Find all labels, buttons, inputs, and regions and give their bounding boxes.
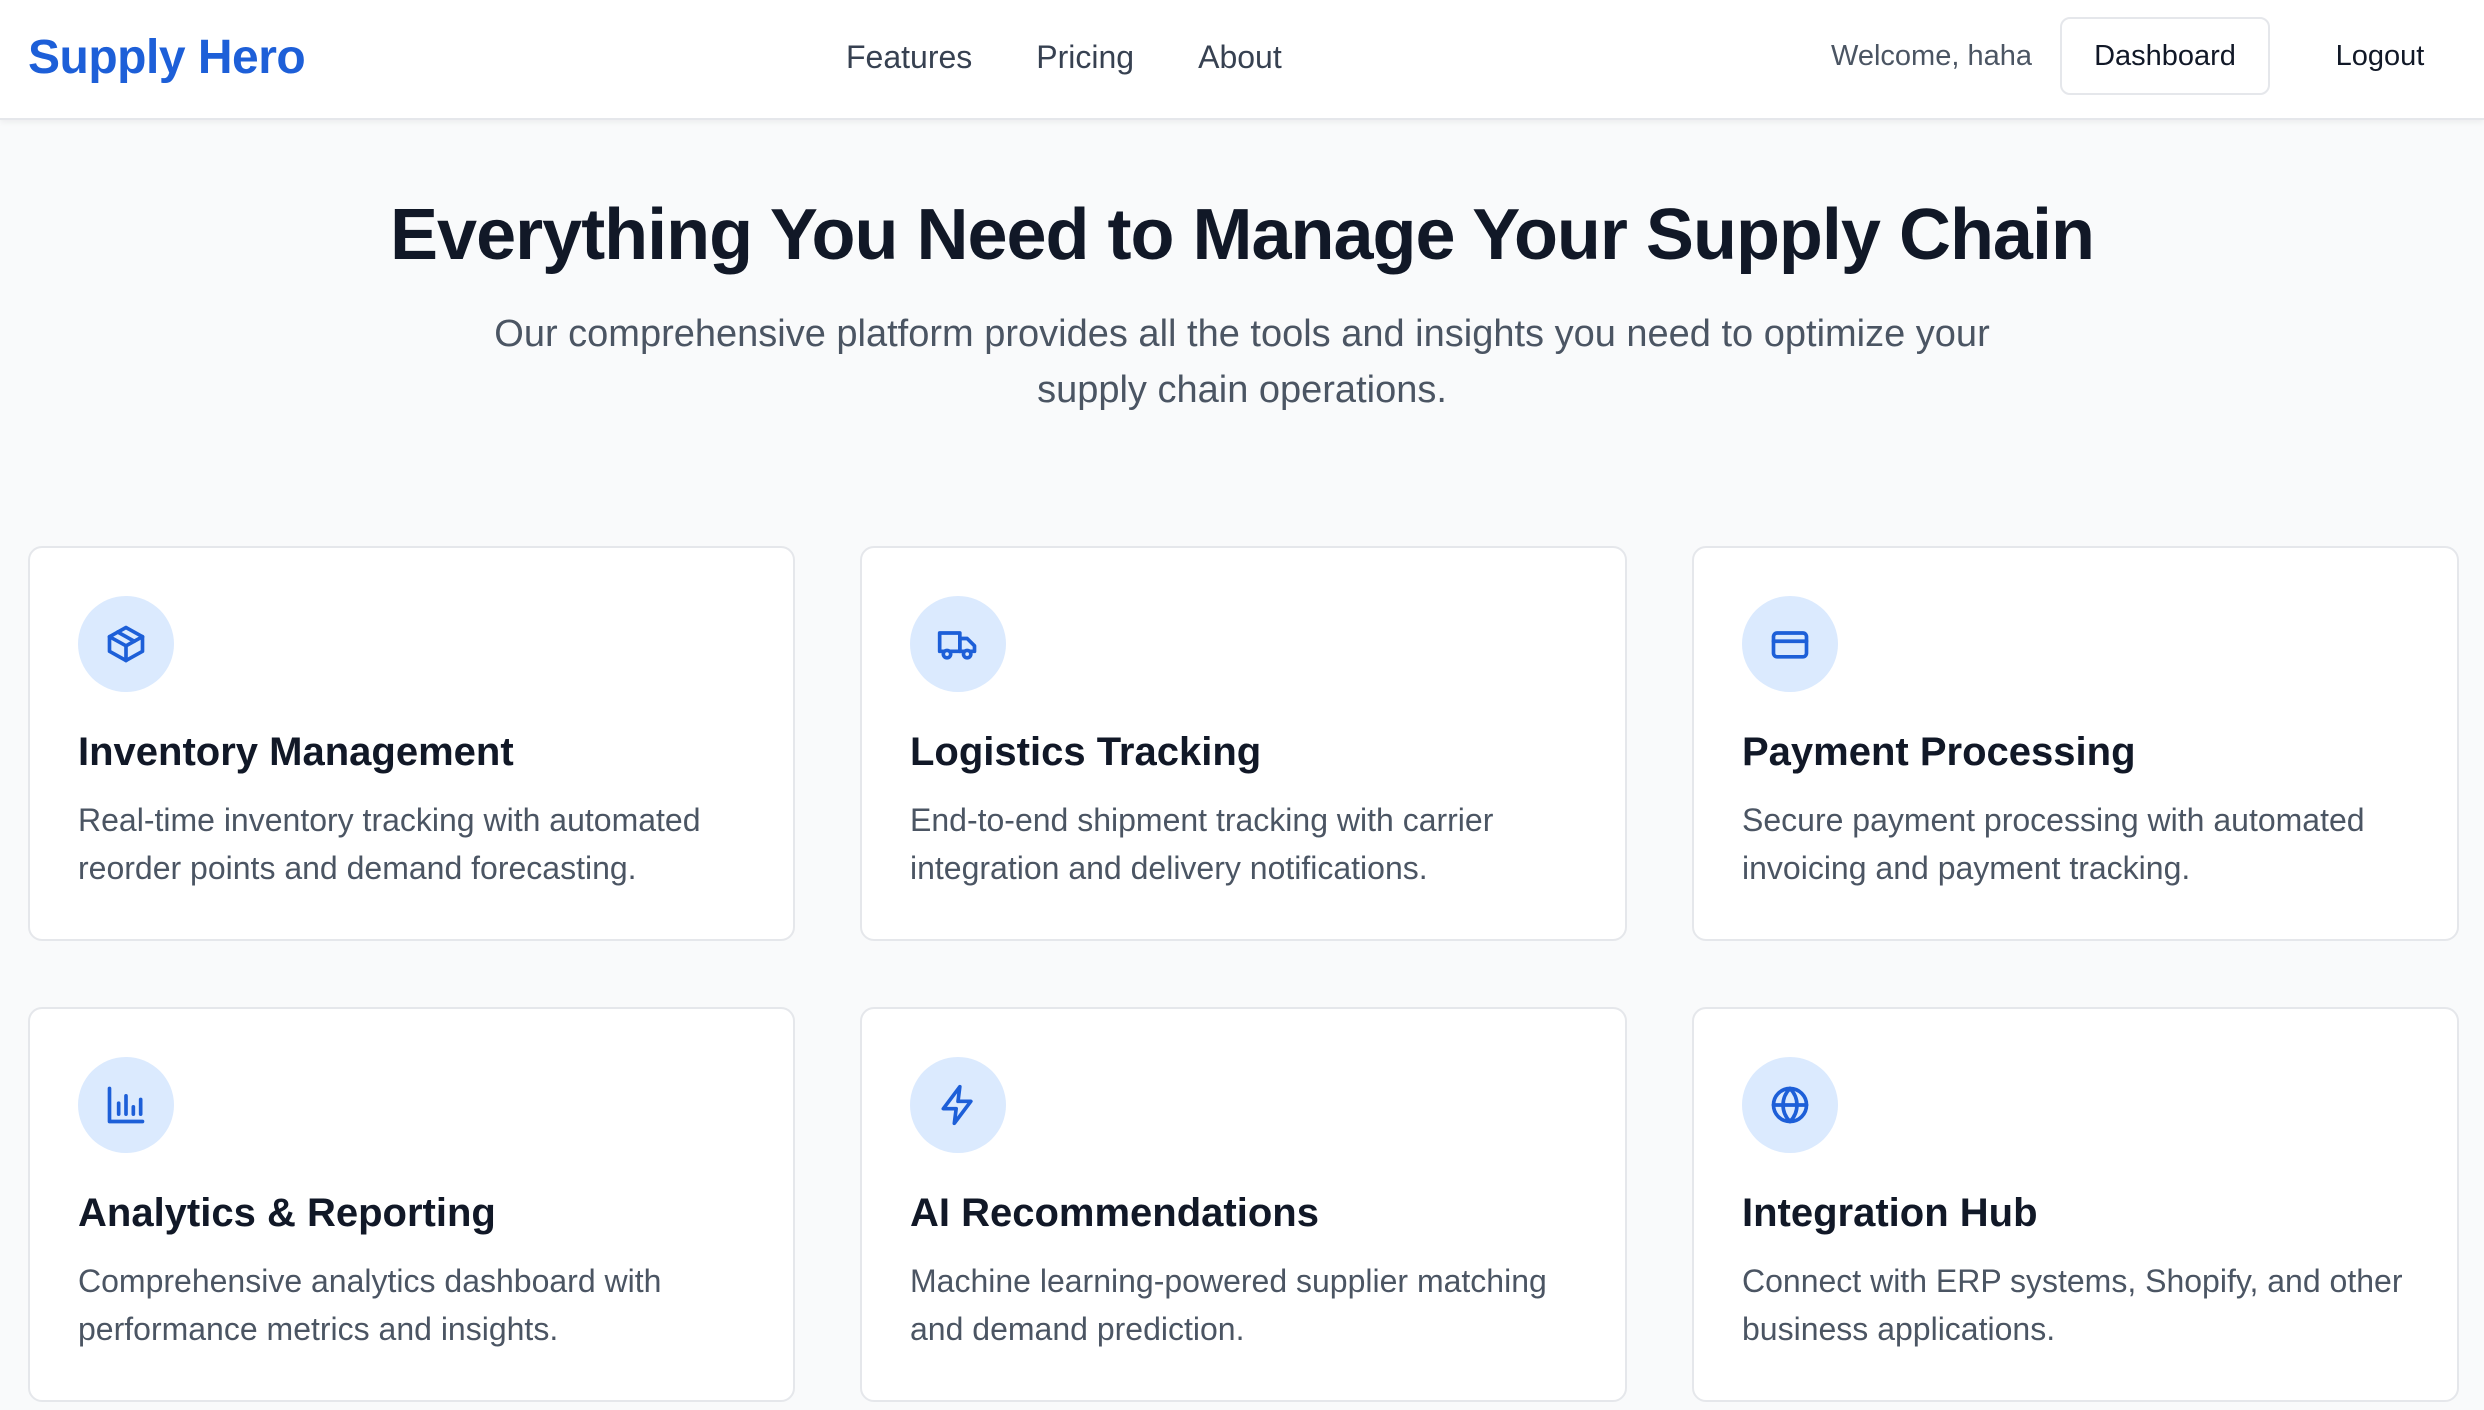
feature-card-payment: Payment Processing Secure payment proces… xyxy=(1692,546,2459,941)
dashboard-button[interactable]: Dashboard xyxy=(2060,17,2270,95)
feature-card-logistics: Logistics Tracking End-to-end shipment t… xyxy=(860,546,1627,941)
lightning-icon xyxy=(910,1057,1006,1153)
feature-card-integration: Integration Hub Connect with ERP systems… xyxy=(1692,1007,2459,1402)
feature-description: Connect with ERP systems, Shopify, and o… xyxy=(1742,1263,2403,1347)
brand-logo[interactable]: Supply Hero xyxy=(28,28,306,88)
feature-card-inventory: Inventory Management Real-time inventory… xyxy=(28,546,795,941)
page-subtitle: Our comprehensive platform provides all … xyxy=(494,313,1990,411)
feature-title: Integration Hub xyxy=(1742,1191,2038,1235)
features-grid: Inventory Management Real-time inventory… xyxy=(28,546,2459,1402)
feature-card-ai: AI Recommendations Machine learning-powe… xyxy=(860,1007,1627,1402)
top-navbar: Supply Hero Features Pricing About Welco… xyxy=(0,0,2484,120)
feature-description: Secure payment processing with automated… xyxy=(1742,802,2365,886)
feature-title: AI Recommendations xyxy=(910,1191,1319,1235)
logout-button[interactable]: Logout xyxy=(2300,17,2460,95)
credit-card-icon xyxy=(1742,596,1838,692)
truck-icon xyxy=(910,596,1006,692)
nav-links: Features Pricing About xyxy=(846,34,1282,80)
nav-link-features[interactable]: Features xyxy=(846,34,972,80)
feature-description: Comprehensive analytics dashboard with p… xyxy=(78,1263,662,1347)
welcome-text: Welcome, haha xyxy=(1831,40,2032,72)
feature-title: Inventory Management xyxy=(78,730,514,774)
feature-description: End-to-end shipment tracking with carrie… xyxy=(910,802,1494,886)
package-icon xyxy=(78,596,174,692)
feature-title: Logistics Tracking xyxy=(910,730,1262,774)
nav-link-about[interactable]: About xyxy=(1198,34,1282,80)
feature-title: Analytics & Reporting xyxy=(78,1191,496,1235)
feature-card-analytics: Analytics & Reporting Comprehensive anal… xyxy=(28,1007,795,1402)
feature-description: Machine learning-powered supplier matchi… xyxy=(910,1263,1547,1347)
feature-title: Payment Processing xyxy=(1742,730,2136,774)
globe-icon xyxy=(1742,1057,1838,1153)
bar-chart-icon xyxy=(78,1057,174,1153)
feature-description: Real-time inventory tracking with automa… xyxy=(78,802,701,886)
nav-link-pricing[interactable]: Pricing xyxy=(1036,34,1134,80)
page-title: Everything You Need to Manage Your Suppl… xyxy=(390,195,2095,275)
